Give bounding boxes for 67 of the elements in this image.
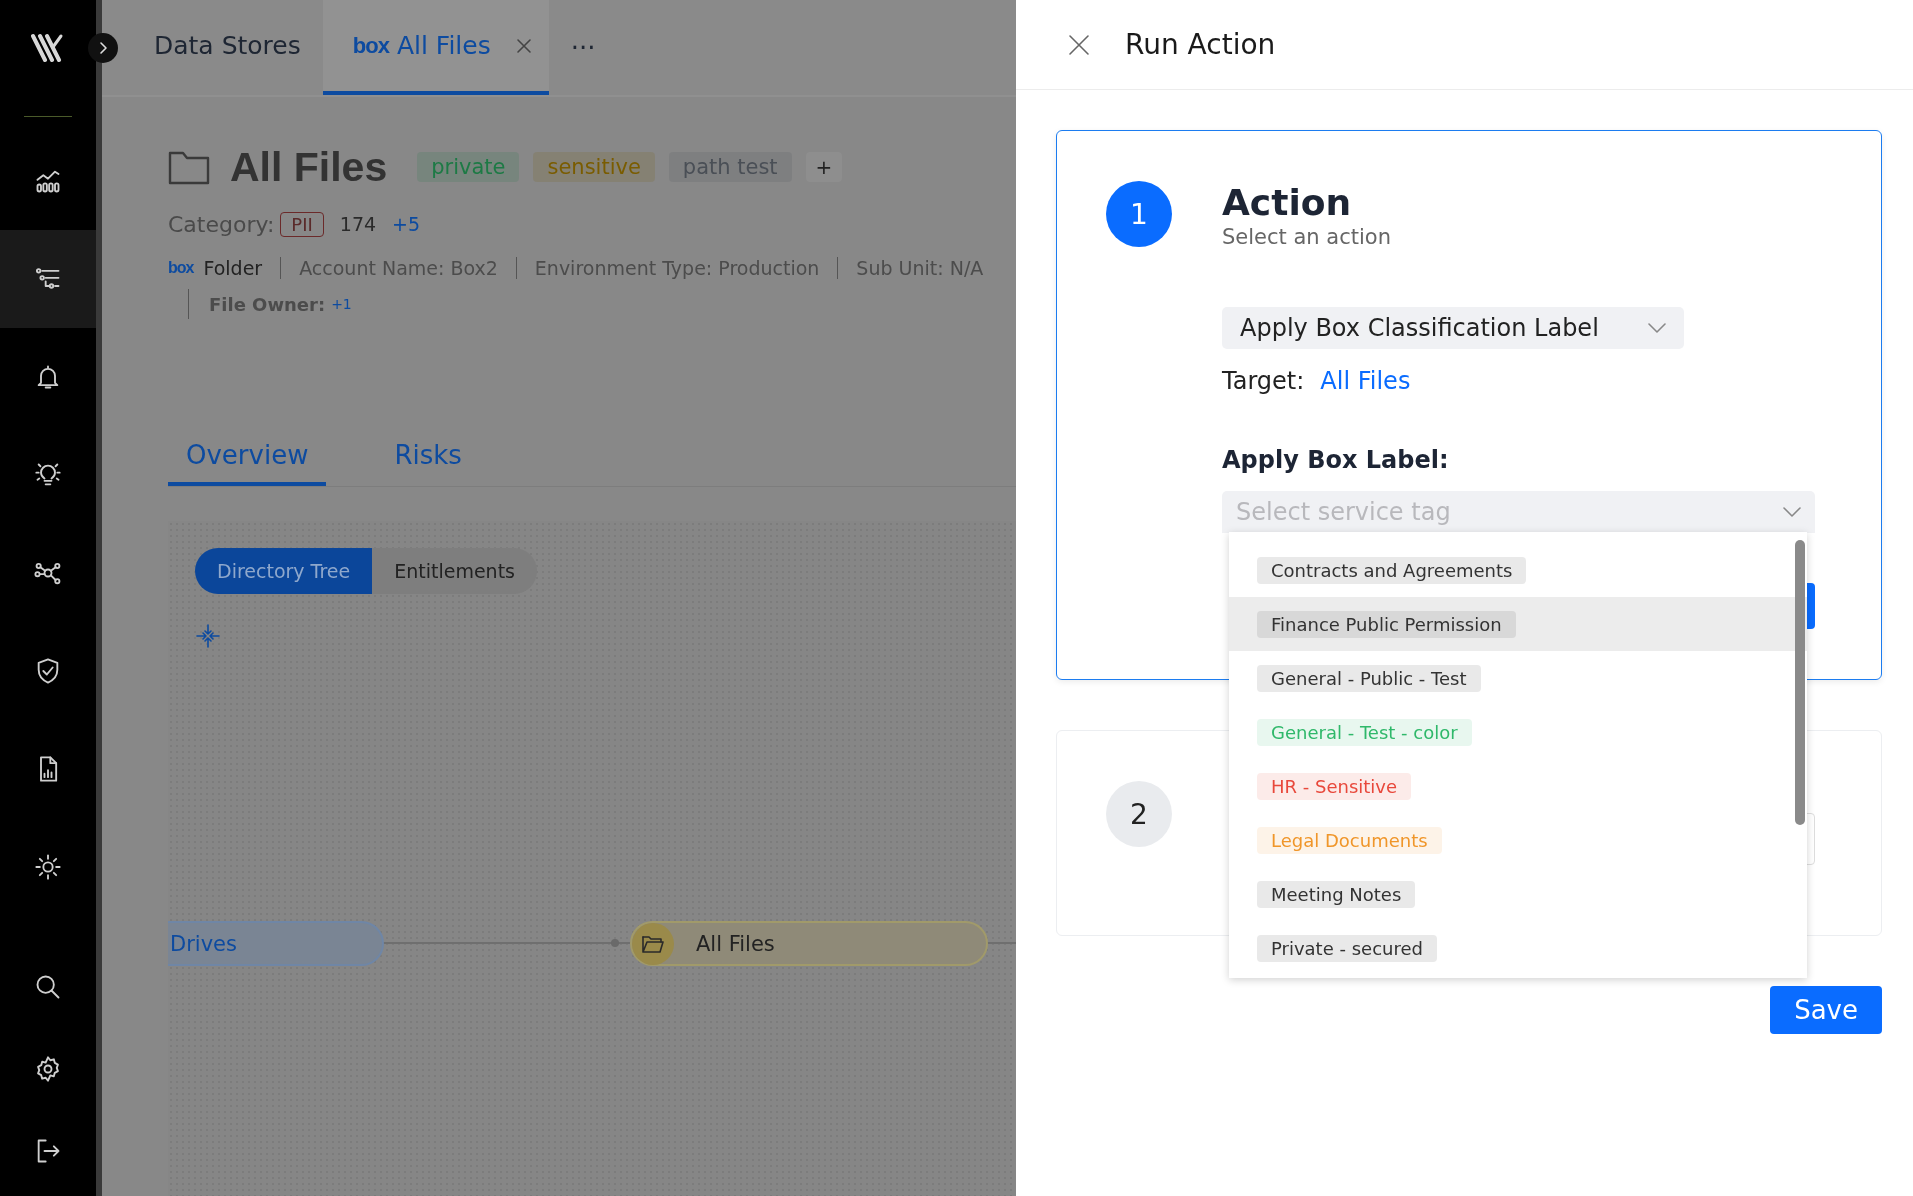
target-label: Target:: [1222, 367, 1305, 395]
tag: Legal Documents: [1257, 826, 1442, 854]
meta-field: Environment Type: Production: [515, 257, 838, 279]
tag: General - Test - color: [1257, 718, 1472, 746]
dropdown-option[interactable]: Meeting Notes: [1229, 867, 1807, 921]
target-link[interactable]: All Files: [1320, 367, 1411, 395]
type-label: Folder: [203, 257, 263, 279]
toggle-option[interactable]: Directory Tree: [195, 548, 373, 594]
step-number: 1: [1106, 181, 1172, 247]
sun-icon[interactable]: [34, 853, 62, 881]
logo-icon: [31, 33, 65, 63]
tab[interactable]: box All Files: [322, 0, 549, 95]
more-link[interactable]: +5: [392, 213, 421, 235]
box-logo: box: [168, 259, 194, 277]
owner-label: File Owner:: [209, 293, 326, 315]
tree-node[interactable]: Drives: [168, 921, 384, 966]
node-label: All Files: [696, 931, 775, 956]
more-button[interactable]: ···: [548, 0, 618, 95]
tab[interactable]: Overview: [168, 430, 327, 486]
folder-open-icon: [641, 933, 665, 954]
tab-label: Data Stores: [154, 31, 301, 60]
tree-node[interactable]: All Files: [630, 921, 988, 966]
toggle-option[interactable]: Entitlements: [372, 548, 537, 594]
meta-field: Account Name: Box2: [280, 257, 516, 279]
settings-icon[interactable]: [34, 1055, 62, 1083]
panel-title: Run Action: [1125, 28, 1276, 61]
category-label: Category:: [168, 211, 275, 237]
dropdown-option[interactable]: HR - Sensitive: [1229, 759, 1807, 813]
folder-icon: [168, 149, 210, 185]
close-icon[interactable]: [1067, 32, 1091, 57]
count: 174: [339, 213, 377, 235]
action-dropdown[interactable]: Apply Box Classification Label: [1222, 307, 1684, 349]
tag: Meeting Notes: [1257, 880, 1416, 908]
chevron-down-icon: [1783, 507, 1801, 517]
chevron-icon: [98, 41, 108, 55]
scrollbar[interactable]: [1795, 540, 1805, 825]
tab[interactable]: Risks: [376, 430, 480, 486]
tag: Contracts and Agreements: [1257, 556, 1527, 584]
node-label: Drives: [170, 931, 237, 956]
tag: sensitive: [533, 152, 655, 182]
chevron-down-icon: [1648, 323, 1666, 333]
step-title: Action: [1222, 181, 1353, 225]
tag: Private - secured: [1257, 934, 1437, 962]
tab[interactable]: Data Stores: [132, 0, 323, 95]
meta-field: Sub Unit: N/A: [837, 257, 1002, 279]
step-subtitle: Select an action: [1222, 225, 1392, 249]
dropdown-option[interactable]: General - Test - color: [1229, 705, 1807, 759]
save-button[interactable]: Save: [1770, 986, 1882, 1034]
field-label: Apply Box Label:: [1222, 446, 1450, 474]
dropdown-option[interactable]: Private - secured: [1229, 921, 1807, 975]
dropdown-option[interactable]: Contracts and Agreements: [1229, 543, 1807, 597]
tag: Finance Public Permission: [1257, 610, 1516, 638]
add-tag-button[interactable]: +: [805, 152, 843, 182]
step-number: 2: [1106, 781, 1172, 847]
tag: HR - Sensitive: [1257, 772, 1412, 800]
search-icon[interactable]: [34, 973, 62, 1001]
box-logo: box: [352, 32, 389, 59]
close-icon[interactable]: [514, 36, 533, 55]
page-title: All Files: [230, 143, 388, 191]
expand-button[interactable]: [88, 33, 118, 63]
tag: private: [417, 152, 520, 182]
tag: General - Public - Test: [1257, 664, 1481, 692]
dropdown-option[interactable]: General - Public - Test: [1229, 651, 1807, 705]
dropdown-option[interactable]: Finance Public Permission: [1229, 597, 1807, 651]
tab-label: All Files: [396, 31, 491, 60]
more-link[interactable]: +1: [331, 296, 352, 312]
category-tag: PII: [280, 211, 324, 237]
